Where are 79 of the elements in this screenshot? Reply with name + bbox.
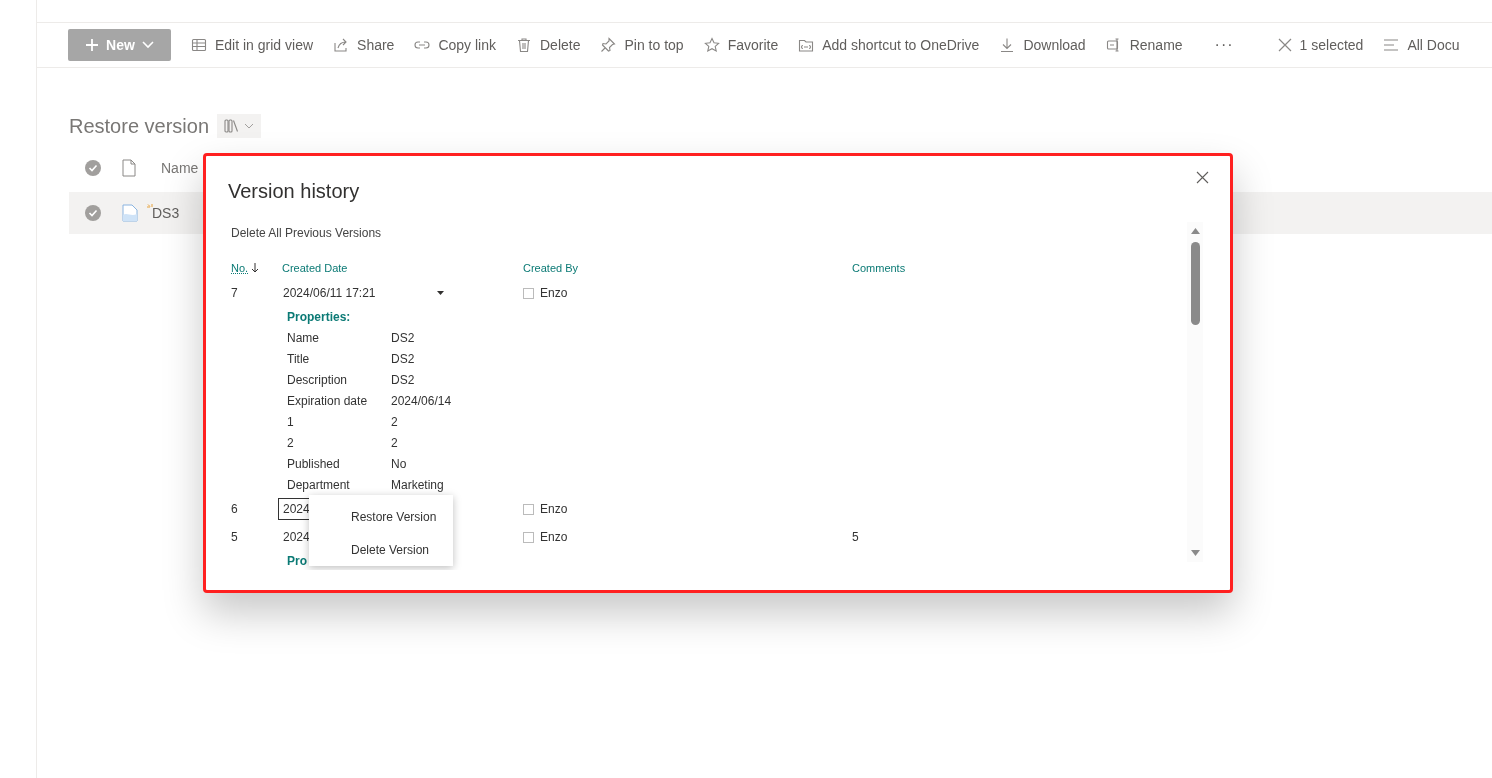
property-value: No [391, 456, 407, 471]
property-label: Department [287, 477, 351, 492]
column-header[interactable]: Created By [523, 262, 579, 274]
property-value: 2 [391, 435, 398, 450]
version-number: 7 [231, 286, 238, 300]
chevron-down-icon [244, 123, 255, 129]
view-switcher[interactable] [217, 114, 262, 138]
version-comment: 5 [852, 530, 859, 544]
command-button[interactable]: Rename [1105, 29, 1183, 61]
scroll-up-icon[interactable] [1190, 228, 1200, 234]
property-label: Name [287, 330, 320, 345]
checkbox[interactable] [523, 503, 534, 515]
dialog-title: Version history [228, 180, 360, 203]
close-button[interactable] [1196, 171, 1209, 184]
column-header[interactable]: Name [161, 160, 199, 176]
file-icon [122, 159, 136, 177]
property-value: DS2 [391, 351, 415, 366]
caret-icon[interactable] [436, 291, 444, 295]
clear-selection-button[interactable]: 1 selected [1277, 29, 1364, 61]
property-value: DS2 [391, 330, 415, 345]
checkbox[interactable] [523, 287, 534, 299]
property-label: Published [287, 456, 341, 471]
property-label: 1 [287, 414, 295, 429]
version-number: 6 [231, 502, 238, 516]
more-button[interactable]: ··· [1202, 29, 1252, 61]
pin-icon [600, 37, 617, 53]
property-label: Description [287, 372, 349, 387]
trash-icon [516, 37, 532, 53]
check-circle-icon[interactable] [84, 159, 102, 177]
plus-icon [85, 38, 100, 52]
author-name: Enzo [540, 530, 568, 544]
close-icon [1277, 38, 1292, 52]
library-icon [224, 119, 241, 133]
chevron-down-icon [141, 41, 154, 49]
command-button[interactable]: Add shortcut to OneDrive [798, 29, 980, 61]
command-button[interactable]: Favorite [703, 29, 779, 61]
command-button[interactable]: Pin to top [600, 29, 684, 61]
author-name: Enzo [540, 286, 568, 300]
lines-icon [1383, 38, 1400, 52]
column-header[interactable]: Comments [852, 262, 906, 274]
share-icon [333, 37, 350, 53]
properties-heading: Pro [287, 553, 307, 570]
scrollbar-thumb[interactable] [1190, 242, 1200, 325]
scroll-down-icon[interactable] [1190, 550, 1200, 556]
checkbox[interactable] [523, 531, 534, 543]
close-icon [1196, 171, 1209, 184]
property-value: 2 [391, 414, 398, 429]
file-name[interactable]: DS3 [152, 205, 180, 221]
command-button[interactable]: Share [333, 29, 395, 61]
scrollbar[interactable] [1187, 222, 1203, 562]
command-button[interactable]: Delete [516, 29, 581, 61]
view-button[interactable]: All Docu [1383, 29, 1460, 61]
author-name: Enzo [540, 502, 568, 516]
sort-arrow-icon [251, 263, 260, 273]
version-date-link[interactable]: 2024/06/11 17:21 [278, 282, 381, 304]
check-circle-icon[interactable] [84, 204, 102, 222]
command-button[interactable]: Download [999, 29, 1086, 61]
grid-icon [191, 37, 207, 53]
column-header[interactable]: Created Date [282, 262, 348, 274]
property-label: 2 [287, 435, 295, 450]
delete-all-link[interactable]: Delete All Previous Versions [231, 223, 382, 243]
property-value: DS2 [391, 372, 415, 387]
command-button[interactable]: Copy link [414, 29, 496, 61]
rename-icon [1105, 37, 1122, 53]
property-value: Marketing [391, 477, 444, 492]
properties-heading: Properties: [287, 309, 351, 326]
folder-link-icon [798, 37, 815, 53]
property-label: Title [287, 351, 311, 366]
menu-item[interactable]: Delete Version [309, 533, 453, 566]
download-icon [999, 37, 1016, 53]
star-icon [703, 37, 720, 53]
property-label: Expiration date [287, 393, 369, 408]
column-header[interactable]: No. [231, 262, 249, 274]
command-button[interactable]: Edit in grid view [191, 29, 314, 61]
document-icon [122, 204, 138, 222]
version-number: 5 [231, 530, 238, 544]
property-value: 2024/06/14 [391, 393, 452, 408]
new-item-icon [146, 203, 154, 211]
library-title: Restore version [69, 114, 210, 138]
